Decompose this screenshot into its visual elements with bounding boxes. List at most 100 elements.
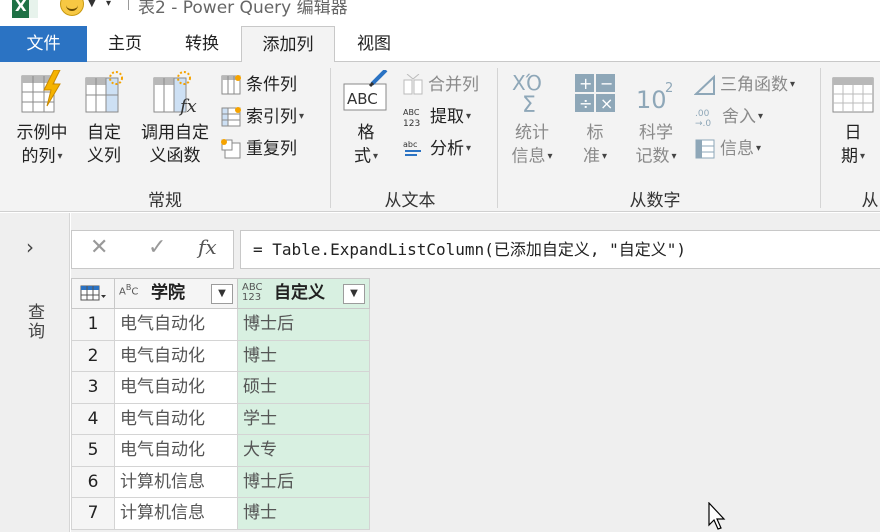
statistics-label-2: 信息 xyxy=(511,146,546,167)
svg-text:+: + xyxy=(579,74,592,93)
ribbon-panel: 示例中 的列 ▾ 自定 义列 fx 调用自定 义函数 条件列 索引列 ▾ 重复列… xyxy=(0,62,880,212)
information-button[interactable]: 信息 ▾ xyxy=(694,136,761,162)
svg-text:123: 123 xyxy=(403,119,420,128)
statistics-icon: XΌ Σ xyxy=(512,71,542,116)
commit-edit-icon[interactable]: ✓ xyxy=(148,235,166,260)
column-type-any-icon[interactable]: ABC 123 xyxy=(242,283,263,303)
excel-app-icon[interactable]: X xyxy=(12,0,38,18)
row-number[interactable]: 7 xyxy=(71,498,115,530)
information-label: 信息 xyxy=(720,139,754,159)
column-type-text-icon[interactable]: ABC xyxy=(119,283,138,297)
table-cell-custom[interactable]: 硕士 xyxy=(238,372,370,404)
conditional-column-button[interactable]: 条件列 xyxy=(220,72,297,98)
tab-view[interactable]: 视图 xyxy=(338,26,410,62)
table-cell-college[interactable]: 电气自动化 xyxy=(115,435,238,467)
index-column-button[interactable]: 索引列 ▾ xyxy=(220,104,304,130)
row-number[interactable]: 4 xyxy=(71,403,115,435)
rounding-button[interactable]: .00 →.0 舍入 ▾ xyxy=(694,104,763,130)
table-cell-custom[interactable]: 博士 xyxy=(238,498,370,530)
column-header-college[interactable]: ABC 学院 ▼ xyxy=(114,278,238,309)
invoke-function-label-1: 调用自定 xyxy=(141,123,209,143)
parse-button[interactable]: abc 分析 ▾ xyxy=(402,136,471,162)
group-label-general: 常规 xyxy=(148,191,182,211)
customize-toolbar-icon[interactable]: ▾ xyxy=(106,0,111,9)
svg-text:→.0: →.0 xyxy=(695,119,711,128)
rounding-label: 舍入 xyxy=(722,107,756,127)
tab-add-column[interactable]: 添加列 xyxy=(241,26,335,63)
column-name: 学院 xyxy=(151,283,185,303)
feedback-smiley-icon[interactable] xyxy=(60,0,84,16)
group-divider xyxy=(820,68,821,208)
conditional-column-label: 条件列 xyxy=(246,75,297,95)
triangle-icon xyxy=(694,74,715,95)
formula-input[interactable]: = Table.ExpandListColumn(已添加自定义, "自定义") xyxy=(240,230,880,269)
svg-text:abc: abc xyxy=(403,140,417,149)
information-icon xyxy=(695,139,715,159)
svg-text:ABC: ABC xyxy=(403,108,420,117)
fx-icon[interactable]: fx xyxy=(198,235,217,259)
format-button[interactable]: ABC 格 式 ▾ xyxy=(340,70,392,169)
formula-bar-controls: ✕ ✓ fx xyxy=(71,230,234,269)
table-cell-college[interactable]: 计算机信息 xyxy=(115,466,238,498)
table-cell-custom[interactable]: 大专 xyxy=(238,435,370,467)
table-cell-college[interactable]: 计算机信息 xyxy=(115,498,238,530)
date-label-1: 日 xyxy=(844,123,862,143)
tab-transform[interactable]: 转换 xyxy=(165,26,239,62)
row-number[interactable]: 1 xyxy=(71,309,115,341)
tab-file[interactable]: 文件 xyxy=(0,26,87,62)
column-from-examples-icon xyxy=(21,70,61,113)
table-cell-custom[interactable]: 博士后 xyxy=(238,309,370,341)
standard-button[interactable]: + − ÷ × 标 准 ▾ xyxy=(570,70,620,169)
queries-pane-label[interactable]: 查询 xyxy=(22,303,47,341)
scientific-button[interactable]: 10 2 科学 记数 ▾ xyxy=(628,70,684,169)
column-header-custom[interactable]: ABC 123 自定义 ▼ xyxy=(237,278,370,309)
row-number[interactable]: 5 xyxy=(71,435,115,467)
statistics-button[interactable]: XΌ Σ 统计 信息 ▾ xyxy=(504,70,560,169)
group-label-from-date: 从 xyxy=(861,191,879,211)
invoke-function-icon: fx xyxy=(153,71,197,116)
table-cell-college[interactable]: 电气自动化 xyxy=(115,309,238,341)
duplicate-column-button[interactable]: 重复列 xyxy=(220,136,297,162)
chevron-down-icon: ▾ xyxy=(372,151,379,162)
standard-label-1: 标 xyxy=(586,123,604,143)
table-cell-college[interactable]: 电气自动化 xyxy=(115,403,238,435)
cancel-edit-icon[interactable]: ✕ xyxy=(90,235,108,260)
trigonometry-button[interactable]: 三角函数 ▾ xyxy=(694,72,795,98)
mouse-cursor-icon xyxy=(708,502,726,530)
invoke-custom-function-button[interactable]: fx 调用自定 义函数 xyxy=(136,70,214,168)
table-cell-college[interactable]: 电气自动化 xyxy=(115,340,238,372)
ribbon-tabs: 文件 主页 转换 添加列 视图 xyxy=(0,26,880,63)
chevron-down-icon: ▾ xyxy=(859,151,866,162)
table-menu-corner[interactable] xyxy=(71,278,115,309)
scientific-label-1: 科学 xyxy=(639,123,673,143)
column-from-examples-button[interactable]: 示例中 的列 ▾ xyxy=(10,70,74,169)
row-number[interactable]: 6 xyxy=(71,466,115,498)
row-number[interactable]: 3 xyxy=(71,372,115,404)
title-separator xyxy=(128,0,129,10)
table-cell-college[interactable]: 电气自动化 xyxy=(115,372,238,404)
extract-button[interactable]: ABC 123 提取 ▾ xyxy=(402,104,471,130)
table-cell-custom[interactable]: 博士 xyxy=(238,340,370,372)
date-button[interactable]: 日 期 ▾ xyxy=(830,70,876,169)
custom-column-label-1: 自定 xyxy=(87,123,121,143)
format-label-2: 式 xyxy=(353,146,371,167)
tab-home[interactable]: 主页 xyxy=(88,26,162,62)
extract-label: 提取 xyxy=(430,107,464,127)
table-cell-custom[interactable]: 博士后 xyxy=(238,466,370,498)
table-cell-custom[interactable]: 学士 xyxy=(238,403,370,435)
filter-dropdown-icon[interactable]: ▼ xyxy=(343,284,365,304)
chevron-down-icon: ▾ xyxy=(299,111,305,122)
column-from-examples-label-1: 示例中 xyxy=(16,123,68,143)
chevron-down-icon: ▾ xyxy=(790,79,796,90)
date-label-2: 期 xyxy=(840,146,858,167)
format-text-icon: ABC xyxy=(343,70,388,111)
expand-queries-chevron-icon[interactable]: › xyxy=(26,235,34,259)
filter-dropdown-icon[interactable]: ▼ xyxy=(211,284,233,304)
merge-columns-button[interactable]: 合并列 xyxy=(402,72,479,98)
row-number[interactable]: 2 xyxy=(71,340,115,372)
feedback-dropdown-icon[interactable]: ▼ xyxy=(88,0,96,9)
svg-text:×: × xyxy=(600,94,613,113)
custom-column-button[interactable]: 自定 义列 xyxy=(80,70,128,168)
chevron-down-icon: ▾ xyxy=(671,151,677,162)
merge-columns-icon xyxy=(403,74,423,95)
